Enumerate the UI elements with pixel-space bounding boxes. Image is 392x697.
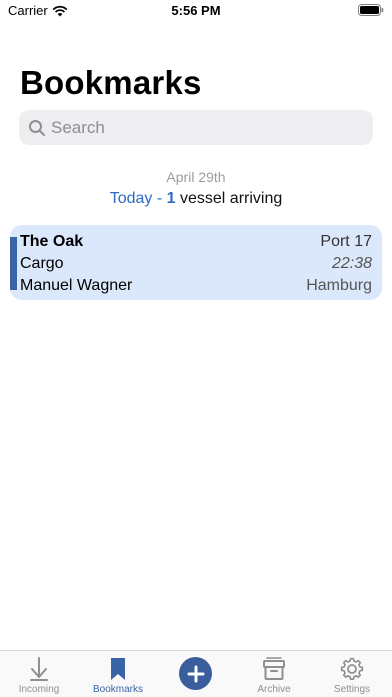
today-label: Today - — [109, 190, 163, 207]
tab-label: Bookmarks — [92, 684, 143, 695]
vessel-agent: Manuel Wagner — [20, 277, 133, 294]
add-bookmark-button[interactable] — [179, 657, 212, 690]
battery-icon — [358, 4, 384, 16]
page-title: Bookmarks — [20, 64, 202, 101]
tab-label: Incoming — [18, 684, 60, 695]
vessel-type: Cargo — [20, 255, 64, 272]
plus-icon — [187, 665, 204, 682]
tab-archive[interactable]: Archive — [235, 651, 313, 697]
search-input[interactable] — [51, 117, 341, 138]
tab-incoming[interactable]: Incoming — [0, 651, 78, 697]
gear-icon — [340, 657, 364, 680]
vessel-city: Hamburg — [306, 277, 372, 294]
search-icon — [29, 119, 45, 136]
vessel-card[interactable]: The Oak Cargo Manuel Wagner Port 17 22:3… — [10, 225, 382, 300]
vessel-count: 1 — [166, 190, 176, 207]
section-date: April 29th — [166, 169, 226, 185]
tab-bookmarks[interactable]: Bookmarks — [79, 651, 157, 697]
status-bar: Carrier 5:56 PM — [0, 0, 392, 22]
tab-label: Settings — [333, 684, 371, 695]
clock: 5:56 PM — [171, 3, 221, 18]
tab-settings[interactable]: Settings — [313, 651, 391, 697]
arrow-down-icon — [30, 657, 48, 681]
archive-box-icon — [263, 657, 285, 680]
bookmark-icon — [111, 658, 125, 680]
tab-label: Archive — [257, 684, 291, 695]
accent-bar — [10, 237, 17, 290]
search-bar[interactable] — [19, 110, 373, 145]
arrival-summary: Today - 1 vessel arriving — [0, 190, 392, 208]
vessel-arrival-time: 22:38 — [331, 255, 372, 272]
vessel-port: Port 17 — [320, 233, 372, 250]
vessel-name: The Oak — [20, 233, 84, 250]
arrival-suffix: vessel arriving — [180, 190, 283, 207]
